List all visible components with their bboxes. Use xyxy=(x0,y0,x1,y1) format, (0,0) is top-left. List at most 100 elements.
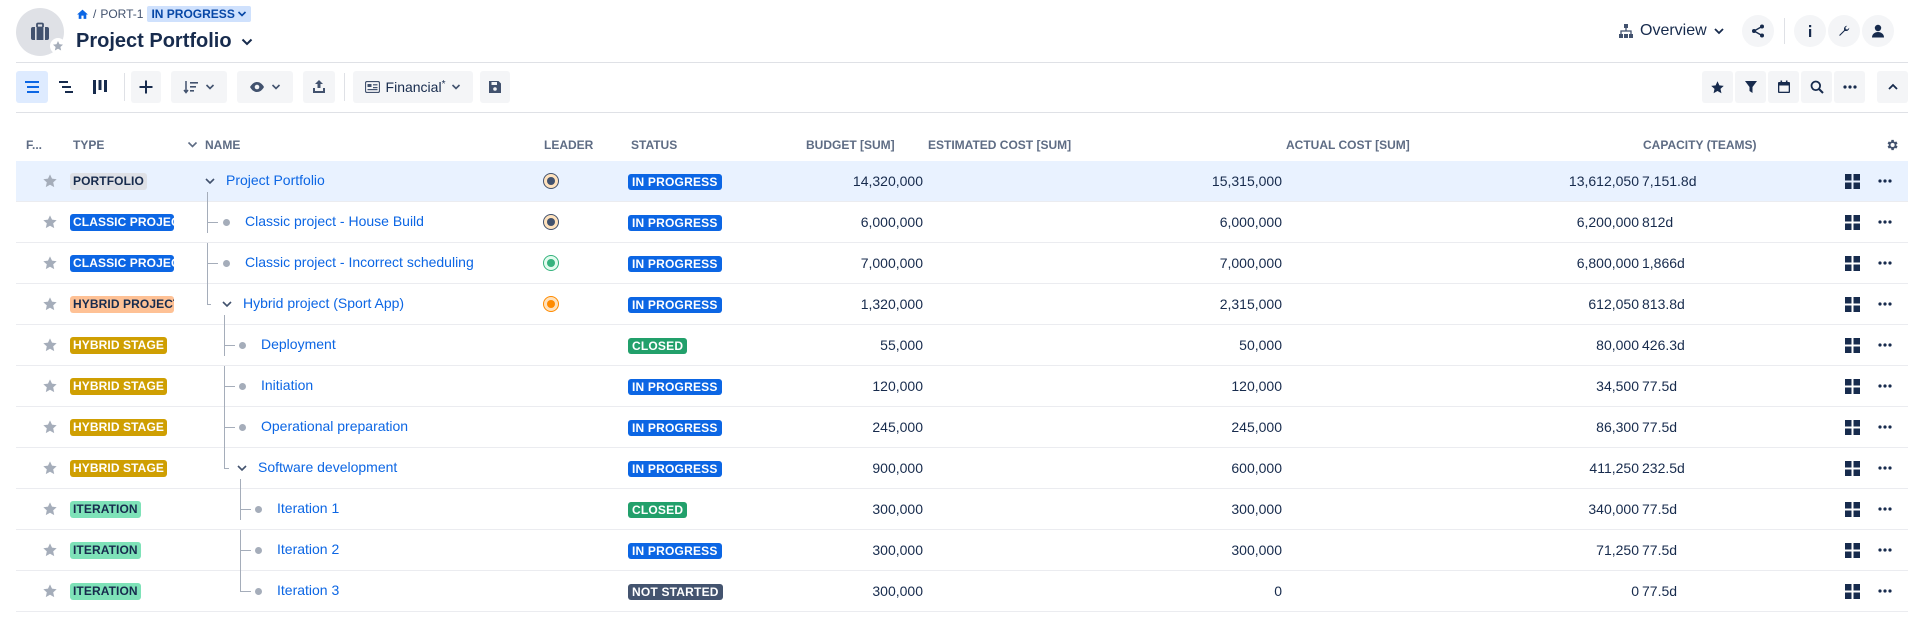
status-lozenge[interactable]: IN PROGRESS xyxy=(628,297,722,313)
column-header-estimated-cost[interactable]: ESTIMATED COST [SUM] xyxy=(928,138,1071,152)
favorites-button[interactable] xyxy=(1702,71,1733,103)
share-button[interactable] xyxy=(1742,15,1774,47)
search-button[interactable] xyxy=(1801,71,1832,103)
status-lozenge[interactable]: IN PROGRESS xyxy=(628,543,722,559)
grid-icon[interactable] xyxy=(1845,543,1860,561)
row-more-icon[interactable] xyxy=(1878,215,1892,232)
table-row[interactable]: HYBRID PROJECT Hybrid project (Sport App)… xyxy=(16,284,1908,325)
table-row[interactable]: HYBRID STAGE Software development IN PROGR… xyxy=(16,448,1908,489)
issue-name-link[interactable]: Software development xyxy=(258,459,397,475)
table-row[interactable]: PORTFOLIO Project Portfolio IN PROGRESS 14,… xyxy=(16,161,1908,202)
issue-name-link[interactable]: Hybrid project (Sport App) xyxy=(243,295,404,311)
issue-name-link[interactable]: Project Portfolio xyxy=(226,172,325,188)
breadcrumb-project-key[interactable]: PORT-1 xyxy=(100,7,143,21)
breadcrumb-status-dropdown[interactable]: IN PROGRESS xyxy=(147,6,251,22)
issue-name-link[interactable]: Initiation xyxy=(261,377,313,393)
column-header-type[interactable]: TYPE xyxy=(73,138,104,152)
leader-avatar[interactable] xyxy=(543,255,559,271)
grid-icon[interactable] xyxy=(1845,502,1860,520)
sort-dropdown[interactable] xyxy=(171,71,227,103)
row-more-icon[interactable] xyxy=(1878,174,1892,191)
grid-icon[interactable] xyxy=(1845,379,1860,397)
column-header-capacity[interactable]: CAPACITY (TEAMS) xyxy=(1643,138,1757,152)
column-header-leader[interactable]: LEADER xyxy=(544,138,593,152)
favorite-star-icon[interactable] xyxy=(42,419,58,435)
leader-avatar[interactable] xyxy=(543,173,559,189)
row-more-icon[interactable] xyxy=(1878,256,1892,273)
filter-button[interactable] xyxy=(1735,71,1766,103)
collapse-toolbar-button[interactable] xyxy=(1877,71,1908,103)
row-more-icon[interactable] xyxy=(1878,584,1892,601)
column-header-budget[interactable]: BUDGET [SUM] xyxy=(806,138,895,152)
favorite-star-icon[interactable] xyxy=(42,501,58,517)
row-more-icon[interactable] xyxy=(1878,297,1892,314)
gear-icon[interactable] xyxy=(1885,138,1899,152)
favorite-star-icon[interactable] xyxy=(42,255,58,271)
row-more-icon[interactable] xyxy=(1878,502,1892,519)
info-button[interactable] xyxy=(1794,15,1826,47)
board-view-button[interactable] xyxy=(84,71,116,103)
table-row[interactable]: HYBRID STAGE Deployment CLOSED 55,000 50,000… xyxy=(16,315,1908,366)
more-actions-button[interactable] xyxy=(1834,71,1865,103)
table-row[interactable]: HYBRID STAGE Initiation IN PROGRESS 120,000… xyxy=(16,366,1908,407)
view-selector-dropdown[interactable]: Financial* xyxy=(353,71,473,103)
table-row[interactable]: ITERATION Iteration 2 IN PROGRESS 300,000 30… xyxy=(16,530,1908,571)
status-lozenge[interactable]: IN PROGRESS xyxy=(628,256,722,272)
admin-button[interactable] xyxy=(1828,15,1860,47)
expand-all-icon[interactable] xyxy=(187,139,198,150)
column-header-name[interactable]: NAME xyxy=(205,138,240,152)
table-row[interactable]: ITERATION Iteration 3 NOT STARTED 300,000 0 0… xyxy=(16,571,1908,612)
status-lozenge[interactable]: CLOSED xyxy=(628,338,688,354)
table-row[interactable]: CLASSIC PROJECT Classic project - House B… xyxy=(16,192,1908,243)
grid-icon[interactable] xyxy=(1845,461,1860,479)
grid-icon[interactable] xyxy=(1845,256,1860,274)
row-more-icon[interactable] xyxy=(1878,379,1892,396)
collapse-toggle-icon[interactable] xyxy=(236,461,248,477)
favorite-star-icon[interactable] xyxy=(42,173,58,189)
issue-name-link[interactable]: Classic project - House Build xyxy=(245,213,424,229)
user-button[interactable] xyxy=(1862,15,1894,47)
save-view-button[interactable] xyxy=(480,71,510,103)
column-header-actual-cost[interactable]: ACTUAL COST [SUM] xyxy=(1286,138,1410,152)
favorite-structure-icon[interactable] xyxy=(50,38,66,54)
issue-name-link[interactable]: Operational preparation xyxy=(261,418,408,434)
grid-icon[interactable] xyxy=(1845,297,1860,315)
row-more-icon[interactable] xyxy=(1878,543,1892,560)
favorite-star-icon[interactable] xyxy=(42,542,58,558)
calendar-button[interactable] xyxy=(1768,71,1799,103)
status-lozenge[interactable]: CLOSED xyxy=(628,502,688,518)
leader-avatar[interactable] xyxy=(543,214,559,230)
status-lozenge[interactable]: IN PROGRESS xyxy=(628,420,722,436)
table-row[interactable]: ITERATION Iteration 1 CLOSED 300,000 300,000… xyxy=(16,479,1908,530)
collapse-toggle-icon[interactable] xyxy=(221,297,233,313)
leader-avatar[interactable] xyxy=(543,296,559,312)
export-button[interactable] xyxy=(303,71,335,103)
add-button[interactable] xyxy=(131,71,161,103)
grid-icon[interactable] xyxy=(1845,338,1860,356)
visibility-dropdown[interactable] xyxy=(237,71,293,103)
grid-icon[interactable] xyxy=(1845,174,1860,192)
favorite-star-icon[interactable] xyxy=(42,378,58,394)
column-header-flag[interactable]: F... xyxy=(26,138,42,152)
issue-name-link[interactable]: Iteration 3 xyxy=(277,582,339,598)
favorite-star-icon[interactable] xyxy=(42,583,58,599)
gantt-view-button[interactable] xyxy=(50,71,82,103)
status-lozenge[interactable]: IN PROGRESS xyxy=(628,461,722,477)
tree-view-button[interactable] xyxy=(16,71,48,103)
collapse-toggle-icon[interactable] xyxy=(204,174,216,190)
row-more-icon[interactable] xyxy=(1878,461,1892,478)
table-row[interactable]: CLASSIC PROJECT Classic project - Incorre… xyxy=(16,243,1908,284)
issue-name-link[interactable]: Iteration 2 xyxy=(277,541,339,557)
favorite-star-icon[interactable] xyxy=(42,214,58,230)
column-header-status[interactable]: STATUS xyxy=(631,138,677,152)
status-lozenge[interactable]: IN PROGRESS xyxy=(628,215,722,231)
favorite-star-icon[interactable] xyxy=(42,296,58,312)
home-icon[interactable] xyxy=(76,8,89,21)
status-lozenge[interactable]: NOT STARTED xyxy=(628,584,723,600)
issue-name-link[interactable]: Deployment xyxy=(261,336,336,352)
favorite-star-icon[interactable] xyxy=(42,460,58,476)
row-more-icon[interactable] xyxy=(1878,420,1892,437)
grid-icon[interactable] xyxy=(1845,215,1860,233)
favorite-star-icon[interactable] xyxy=(42,337,58,353)
issue-name-link[interactable]: Classic project - Incorrect scheduling xyxy=(245,254,474,270)
